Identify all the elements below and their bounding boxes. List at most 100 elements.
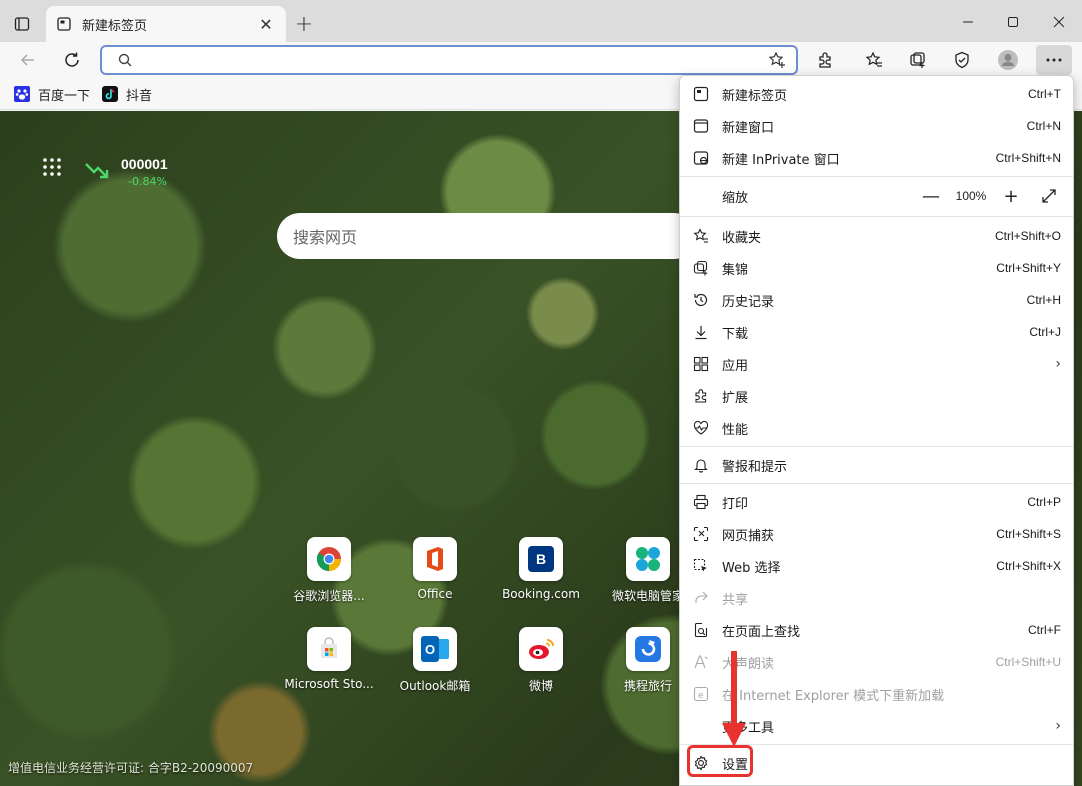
menu-item-new-tab[interactable]: 新建标签页 Ctrl+T <box>680 78 1073 110</box>
extensions-icon[interactable] <box>811 47 839 73</box>
tile-label: Outlook邮箱 <box>399 679 471 693</box>
find-on-page-icon <box>692 621 710 639</box>
web-search-box[interactable]: 搜索网页 <box>277 213 697 259</box>
menu-label: 警报和提示 <box>722 459 788 475</box>
menu-label: 历史记录 <box>722 294 775 310</box>
menu-item-find-on-page[interactable]: 在页面上查找 Ctrl+F <box>680 614 1073 646</box>
menu-label: 应用 <box>722 358 749 374</box>
menu-label: 扩展 <box>722 390 749 406</box>
menu-shortcut: Ctrl+N <box>1026 119 1061 133</box>
new-tab-button[interactable]: + <box>292 12 316 37</box>
tile-weibo[interactable]: 微博 <box>496 627 586 694</box>
new-window-icon <box>692 117 710 135</box>
menu-separator <box>680 446 1073 447</box>
favorites-icon <box>692 227 710 245</box>
bookmark-label: 抖音 <box>126 88 153 104</box>
menu-shortcut: Ctrl+Shift+U <box>995 655 1061 669</box>
download-icon <box>692 323 710 341</box>
more-menu-icon[interactable] <box>1036 45 1072 75</box>
fullscreen-icon[interactable] <box>1037 184 1061 208</box>
menu-item-extensions[interactable]: 扩展 <box>680 380 1073 412</box>
address-bar[interactable] <box>100 45 798 75</box>
tab-close-icon[interactable]: ✕ <box>256 14 276 34</box>
chevron-right-icon: › <box>1055 356 1061 372</box>
menu-item-read-aloud: 大声朗读 Ctrl+Shift+U <box>680 646 1073 678</box>
menu-item-apps[interactable]: 应用 › <box>680 348 1073 380</box>
menu-item-settings[interactable]: 设置 <box>680 747 1073 779</box>
svg-text:e: e <box>698 691 704 701</box>
app-launcher-icon[interactable] <box>42 157 62 177</box>
refresh-icon[interactable] <box>58 47 86 73</box>
menu-separator <box>680 483 1073 484</box>
tile-label: Office <box>417 587 453 601</box>
extensions-icon <box>692 387 710 405</box>
store-icon <box>307 627 351 671</box>
menu-item-favorites[interactable]: 收藏夹 Ctrl+Shift+O <box>680 220 1073 252</box>
menu-shortcut: Ctrl+Shift+S <box>996 527 1061 541</box>
share-icon <box>692 589 710 607</box>
menu-shortcut: Ctrl+H <box>1026 293 1061 307</box>
tile-office[interactable]: Office <box>390 537 480 601</box>
tab-actions-icon[interactable] <box>10 12 34 36</box>
menu-separator <box>680 176 1073 177</box>
menu-item-history[interactable]: 历史记录 Ctrl+H <box>680 284 1073 316</box>
menu-label: 更多工具 <box>722 720 775 736</box>
browser-essentials-icon[interactable] <box>948 47 976 73</box>
menu-item-downloads[interactable]: 下载 Ctrl+J <box>680 316 1073 348</box>
toolbar <box>0 42 1082 78</box>
favorites-icon[interactable] <box>860 47 888 73</box>
collections-icon[interactable] <box>904 47 932 73</box>
menu-label: 集锦 <box>722 262 749 278</box>
menu-shortcut: Ctrl+J <box>1029 325 1061 339</box>
tab-new-tab[interactable]: 新建标签页 ✕ <box>46 6 286 42</box>
minimize-icon[interactable] <box>956 10 980 34</box>
menu-shortcut: Ctrl+Shift+Y <box>996 261 1061 275</box>
back-arrow-icon[interactable] <box>14 47 42 73</box>
tile-label: 谷歌浏览器... <box>293 589 365 603</box>
address-input[interactable] <box>138 47 758 73</box>
zoom-in-button[interactable]: + <box>999 184 1023 208</box>
menu-item-performance[interactable]: 性能 <box>680 412 1073 444</box>
tile-outlook[interactable]: O Outlook邮箱 <box>390 627 480 694</box>
maximize-icon[interactable] <box>1001 10 1025 34</box>
printer-icon <box>692 493 710 511</box>
apps-icon <box>692 355 710 373</box>
menu-item-web-capture[interactable]: 网页捕获 Ctrl+Shift+S <box>680 518 1073 550</box>
tile-label: Booking.com <box>502 587 580 601</box>
outlook-letter: O <box>421 636 439 662</box>
menu-item-new-inprivate[interactable]: 新建 InPrivate 窗口 Ctrl+Shift+N <box>680 142 1073 174</box>
settings-and-more-menu: 新建标签页 Ctrl+T 新建窗口 Ctrl+N 新建 InPrivate 窗口… <box>679 75 1074 786</box>
bookmark-douyin[interactable]: 抖音 <box>102 84 152 104</box>
menu-label: 在 Internet Explorer 模式下重新加载 <box>722 688 945 704</box>
menu-shortcut: Ctrl+Shift+X <box>996 559 1061 573</box>
bookmark-baidu[interactable]: 百度一下 <box>14 84 90 104</box>
add-favorite-icon[interactable] <box>768 51 786 69</box>
menu-label: 新建 InPrivate 窗口 <box>722 152 840 168</box>
tile-chrome[interactable]: 谷歌浏览器... <box>284 537 374 604</box>
menu-item-web-select[interactable]: Web 选择 Ctrl+Shift+X <box>680 550 1073 582</box>
search-icon <box>118 53 132 67</box>
menu-item-alerts[interactable]: 警报和提示 <box>680 449 1073 481</box>
close-window-icon[interactable] <box>1047 10 1071 34</box>
ctrip-icon <box>626 627 670 671</box>
menu-item-new-window[interactable]: 新建窗口 Ctrl+N <box>680 110 1073 142</box>
menu-shortcut: Ctrl+T <box>1028 87 1061 101</box>
menu-label: 网页捕获 <box>722 528 775 544</box>
profile-avatar[interactable] <box>994 47 1022 73</box>
menu-label: 大声朗读 <box>722 656 775 672</box>
menu-item-share: 共享 <box>680 582 1073 614</box>
tab-title: 新建标签页 <box>82 18 148 34</box>
collections-icon <box>692 259 710 277</box>
zoom-out-button[interactable]: — <box>919 184 943 208</box>
tile-booking[interactable]: B Booking.com <box>496 537 586 601</box>
tile-store[interactable]: Microsoft Sto... <box>284 627 374 691</box>
menu-item-print[interactable]: 打印 Ctrl+P <box>680 486 1073 518</box>
inprivate-icon <box>692 149 710 167</box>
read-aloud-icon <box>692 653 710 671</box>
menu-item-more-tools[interactable]: 更多工具 › <box>680 710 1073 742</box>
menu-label: 共享 <box>722 592 749 608</box>
chevron-right-icon: › <box>1055 718 1061 734</box>
menu-shortcut: Ctrl+P <box>1027 495 1061 509</box>
menu-item-collections[interactable]: 集锦 Ctrl+Shift+Y <box>680 252 1073 284</box>
stock-change: -0.84% <box>128 175 167 188</box>
